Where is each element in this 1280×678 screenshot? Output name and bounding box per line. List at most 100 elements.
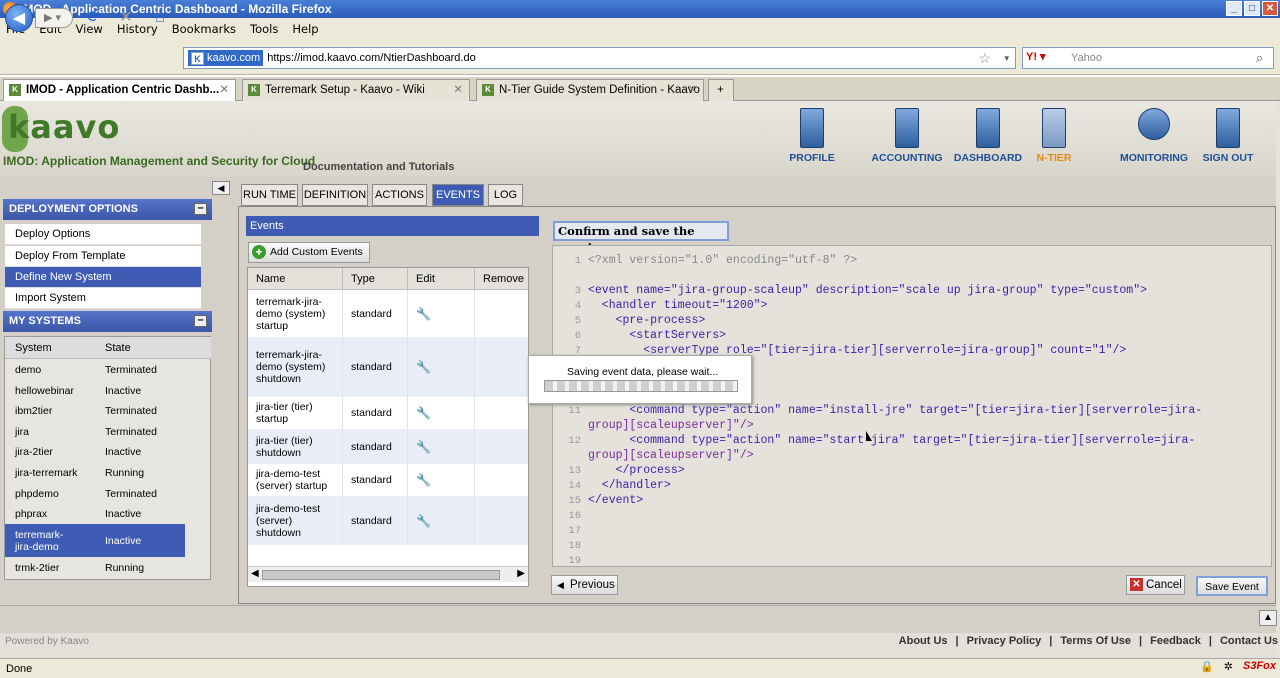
column-header[interactable]: Remove — [475, 268, 528, 289]
search-icon[interactable]: ⌕ — [1256, 50, 1263, 66]
wrench-icon[interactable]: 🔧 — [408, 497, 475, 544]
remove-cell[interactable] — [475, 464, 528, 496]
gear-icon[interactable]: ✲ — [1224, 660, 1233, 673]
system-row[interactable]: jira Terminated — [5, 421, 185, 442]
events-horizontal-scrollbar[interactable]: ◀ ▶ — [248, 566, 528, 582]
maximize-button[interactable]: □ — [1244, 1, 1260, 16]
collapse-left-panel-button[interactable]: ◀ — [212, 181, 230, 195]
system-row[interactable]: trmk-2tier Running — [5, 557, 185, 578]
stop-icon[interactable]: ✕ — [116, 8, 136, 28]
nav-accounting[interactable]: ACCOUNTING — [868, 108, 946, 164]
wrench-icon[interactable]: 🔧 — [408, 464, 475, 496]
deploy-option-item[interactable]: Deploy From Template — [5, 246, 201, 267]
column-header[interactable]: System — [5, 337, 95, 358]
privacy-policy-link[interactable]: Privacy Policy — [967, 635, 1042, 647]
tab-events[interactable]: EVENTS — [432, 184, 484, 206]
new-tab-button[interactable]: + — [708, 79, 734, 101]
close-tab-icon[interactable]: ✕ — [219, 80, 229, 100]
remove-cell[interactable] — [475, 397, 528, 429]
scroll-right-icon[interactable]: ▶ — [517, 568, 525, 579]
my-systems-header: MY SYSTEMS – — [3, 311, 212, 332]
tab-log[interactable]: LOG — [488, 184, 523, 206]
scroll-left-icon[interactable]: ◀ — [251, 568, 259, 579]
minimize-button[interactable]: _ — [1226, 1, 1242, 16]
remove-cell[interactable] — [475, 497, 528, 544]
column-header[interactable]: Name — [248, 268, 343, 289]
search-input[interactable]: Yahoo — [1022, 47, 1274, 69]
system-row[interactable]: ibm2tier Terminated — [5, 401, 185, 421]
event-row[interactable]: jira-tier (tier) startup standard 🔧 — [248, 397, 528, 430]
url-dropdown-icon[interactable]: ▾ — [1004, 48, 1009, 68]
event-row[interactable]: terremark-jira-demo (system) shutdown st… — [248, 338, 528, 397]
add-custom-events-button[interactable]: + Add Custom Events — [248, 242, 370, 263]
events-table-header: Name Type Edit Remove — [248, 268, 528, 290]
close-window-button[interactable]: ✕ — [1262, 1, 1278, 16]
about-us-link[interactable]: About Us — [899, 635, 948, 647]
system-row[interactable]: hellowebinar Inactive — [5, 380, 185, 401]
tab-definition[interactable]: DEFINITION — [302, 184, 368, 206]
close-tab-icon[interactable]: ✕ — [687, 80, 697, 100]
deploy-option-item[interactable]: Define New System — [5, 267, 201, 288]
system-row[interactable]: jira-terremark Running — [5, 462, 185, 483]
documentation-link[interactable]: Documentation and Tutorials — [303, 161, 454, 173]
page-scrollbar[interactable] — [1276, 101, 1280, 658]
site-identity[interactable]: Kkaavo.com — [188, 50, 264, 66]
menu-help[interactable]: Help — [292, 22, 318, 36]
close-tab-icon[interactable]: ✕ — [453, 80, 463, 100]
yahoo-engine-icon[interactable]: Y! ▾ — [1026, 50, 1046, 63]
line-number: 19 — [568, 555, 581, 567]
forward-button[interactable]: ▶ ▾ — [35, 8, 73, 28]
event-row[interactable]: jira-demo-test (server) shutdown standar… — [248, 497, 528, 545]
column-header[interactable]: State — [95, 337, 131, 358]
bookmark-star-icon[interactable]: ☆ — [978, 48, 991, 68]
deploy-option-item[interactable]: Deploy Options — [5, 224, 201, 245]
column-header[interactable]: Type — [343, 268, 408, 289]
xml-code-editor[interactable]: 1 3 4 5 6 7 11 12 13 14 15 16 17 18 19 <… — [552, 245, 1272, 567]
system-row[interactable]: phpdemo Terminated — [5, 483, 185, 504]
wrench-icon[interactable]: 🔧 — [408, 290, 475, 337]
column-header[interactable]: Edit — [408, 268, 475, 289]
system-row[interactable]: demo Terminated — [5, 359, 185, 380]
wrench-icon[interactable]: 🔧 — [408, 430, 475, 463]
nav-monitoring[interactable]: MONITORING — [1114, 108, 1194, 164]
contact-us-link[interactable]: Contact Us — [1220, 635, 1278, 647]
tab-run-time[interactable]: RUN TIME — [241, 184, 298, 206]
nav-sign-out[interactable]: SIGN OUT — [1189, 108, 1267, 164]
address-bar[interactable]: Kkaavo.com https://imod.kaavo.com/NtierD… — [183, 47, 1016, 69]
event-row[interactable]: terremark-jira-demo (system) startup sta… — [248, 290, 528, 338]
lock-status-icon[interactable]: 🔒 — [1200, 660, 1214, 673]
menu-tools[interactable]: Tools — [250, 22, 278, 36]
previous-button[interactable]: ◀ Previous — [551, 575, 618, 595]
kaavo-logo[interactable]: kaavo — [8, 108, 120, 146]
nav-profile[interactable]: PROFILE — [773, 108, 851, 164]
scrollbar-thumb[interactable] — [262, 570, 500, 580]
browser-tab-terremark[interactable]: K Terremark Setup - Kaavo - Wiki ✕ — [242, 79, 470, 101]
home-icon[interactable]: ⌂ — [150, 8, 170, 28]
browser-tab-imod[interactable]: K IMOD - Application Centric Dashb... ✕ — [3, 79, 236, 102]
reload-icon[interactable]: ⟳ — [84, 8, 104, 28]
cancel-button[interactable]: ✕ Cancel — [1126, 575, 1185, 595]
s3fox-badge[interactable]: S3Fox — [1243, 660, 1276, 673]
expand-up-icon[interactable]: ▲ — [1259, 610, 1277, 626]
deploy-option-item[interactable]: Import System — [5, 288, 201, 309]
save-event-button[interactable]: Save Event — [1196, 576, 1268, 596]
event-row[interactable]: jira-demo-test (server) startup standard… — [248, 464, 528, 497]
browser-tab-ntier-guide[interactable]: K N-Tier Guide System Definition - Kaavo … — [476, 79, 704, 101]
terms-of-use-link[interactable]: Terms Of Use — [1060, 635, 1131, 647]
remove-cell[interactable] — [475, 338, 528, 396]
nav-ntier[interactable]: N-TIER — [1015, 108, 1093, 164]
menu-bookmarks[interactable]: Bookmarks — [172, 22, 236, 36]
wrench-icon[interactable]: 🔧 — [408, 338, 475, 396]
remove-cell[interactable] — [475, 290, 528, 337]
system-row[interactable]: jira-2tier Inactive — [5, 442, 185, 462]
feedback-link[interactable]: Feedback — [1150, 635, 1201, 647]
remove-cell[interactable] — [475, 430, 528, 463]
wrench-icon[interactable]: 🔧 — [408, 397, 475, 429]
collapse-section-icon[interactable]: – — [194, 315, 207, 327]
back-button[interactable]: ◀ — [5, 4, 33, 32]
system-row[interactable]: phprax Inactive — [5, 504, 185, 524]
collapse-section-icon[interactable]: – — [194, 203, 207, 215]
system-row[interactable]: terremark-jira-demo Inactive — [5, 524, 185, 557]
tab-actions[interactable]: ACTIONS — [372, 184, 427, 206]
event-row[interactable]: jira-tier (tier) shutdown standard 🔧 — [248, 430, 528, 464]
